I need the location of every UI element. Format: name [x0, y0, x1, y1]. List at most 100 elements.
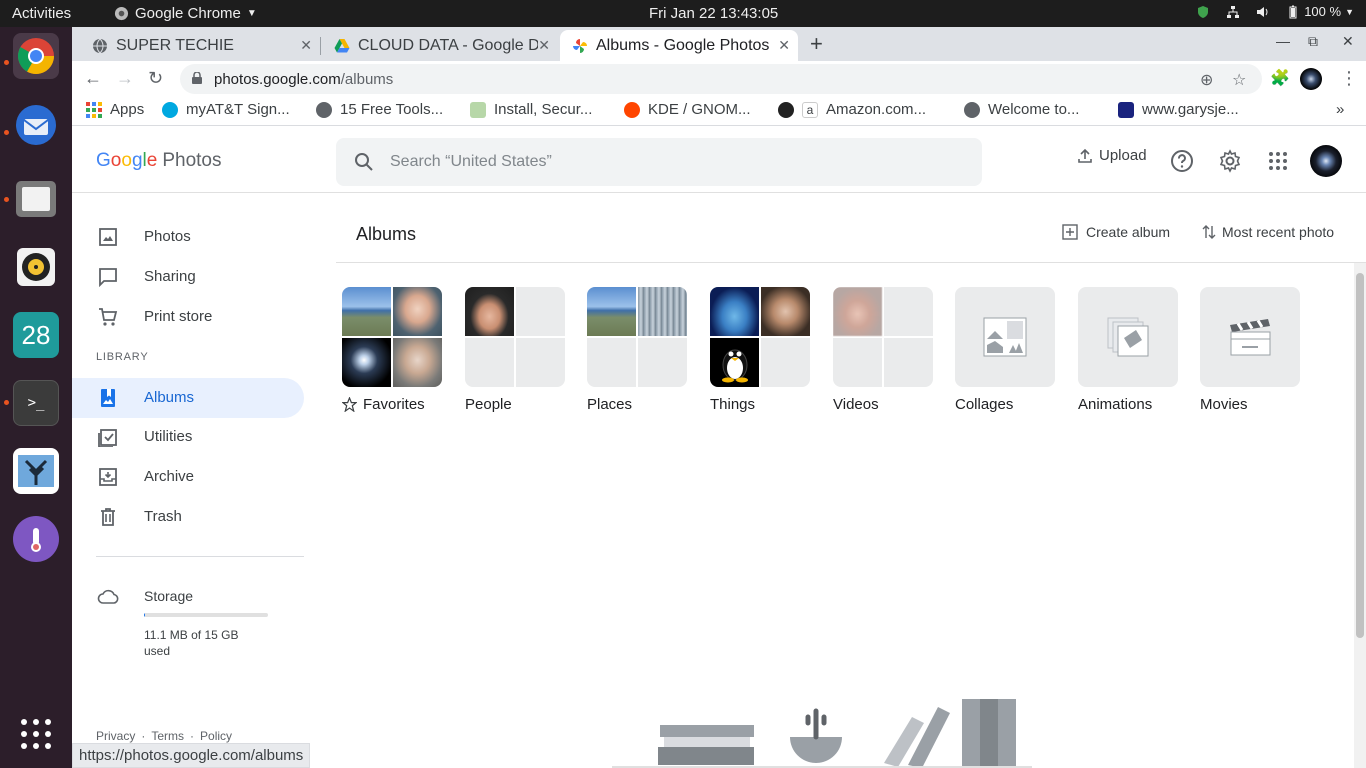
tab-albums[interactable]: Albums - Google Photos ✕ — [560, 30, 798, 61]
bookmark-welcome[interactable]: Welcome to... — [964, 101, 1079, 118]
sort-button[interactable]: Most recent photo — [1202, 224, 1334, 240]
bookmarks-overflow-icon[interactable]: » — [1336, 101, 1344, 118]
google-apps-icon[interactable] — [1266, 149, 1290, 173]
thunderbird-icon — [16, 105, 56, 145]
album-label: Collages — [955, 396, 1055, 413]
photos-tree-icon — [18, 455, 54, 487]
dock-files[interactable] — [13, 176, 59, 222]
album-label: Videos — [833, 396, 933, 413]
dock-photo-app[interactable] — [13, 448, 59, 494]
album-label: People — [465, 396, 565, 413]
search-input[interactable] — [390, 150, 950, 174]
page-scrollbar[interactable] — [1354, 263, 1366, 768]
sidebar-item-trash[interactable]: Trash — [72, 497, 304, 537]
sidebar-item-photos[interactable]: Photos — [72, 217, 304, 257]
policy-link[interactable]: Policy — [200, 729, 232, 743]
dock-terminal[interactable]: >_ — [13, 380, 59, 426]
show-applications-button[interactable] — [13, 711, 59, 757]
bookmark-garysje[interactable]: www.garysje... — [1118, 101, 1239, 118]
volume-icon — [1257, 6, 1268, 17]
sidebar-item-utilities[interactable]: Utilities — [72, 417, 304, 457]
footer-links: Privacy · Terms · Policy — [96, 729, 232, 743]
settings-gear-icon[interactable] — [1218, 149, 1242, 173]
album-movies[interactable]: Movies — [1200, 287, 1300, 413]
system-top-bar: Activities Google Chrome ▼ Fri Jan 22 13… — [0, 0, 1366, 27]
sidebar-item-print-store[interactable]: Print store — [72, 297, 304, 337]
forward-icon[interactable]: → — [116, 68, 134, 89]
app-menu[interactable]: Google Chrome ▼ — [114, 5, 257, 22]
dock-rhythmbox[interactable] — [13, 244, 59, 290]
system-tray[interactable]: 100 % ▼ — [1196, 4, 1354, 19]
new-tab-icon[interactable]: + — [810, 31, 823, 57]
tab-super-techie[interactable]: SUPER TECHIE ✕ — [80, 30, 320, 61]
logo-letter: o — [121, 150, 132, 171]
album-collages[interactable]: Collages — [955, 287, 1055, 413]
collage-icon — [983, 317, 1027, 357]
close-tab-icon[interactable]: ✕ — [538, 37, 550, 54]
privacy-link[interactable]: Privacy — [96, 729, 135, 743]
album-title: Videos — [833, 396, 879, 413]
sidebar-item-label: Trash — [144, 508, 182, 525]
back-icon[interactable]: ← — [84, 68, 102, 89]
bookmark-amazon[interactable]: a Amazon.com... — [778, 101, 926, 118]
clock[interactable]: Fri Jan 22 13:43:05 — [649, 5, 778, 22]
att-icon — [162, 101, 178, 118]
caret-down-icon: ▼ — [246, 8, 257, 19]
profile-avatar-small[interactable] — [1300, 68, 1322, 90]
album-places[interactable]: Places — [587, 287, 687, 413]
album-videos[interactable]: Videos — [833, 287, 933, 413]
empty-cell — [516, 287, 565, 336]
sidebar-item-sharing[interactable]: Sharing — [72, 257, 304, 297]
tab-title: SUPER TECHIE — [116, 36, 234, 54]
bookmark-install[interactable]: Install, Secur... — [470, 101, 592, 118]
bookmark-apps[interactable]: Apps — [86, 101, 144, 118]
terms-link[interactable]: Terms — [151, 729, 184, 743]
search-icon — [355, 153, 373, 171]
sidebar-item-label: Archive — [144, 468, 195, 485]
album-cover — [465, 287, 565, 387]
apps-grid-icon — [86, 101, 102, 118]
install-app-icon[interactable]: ⊕ — [1200, 70, 1213, 90]
dock-thermometer[interactable] — [13, 516, 59, 562]
battery-percent: 100 % — [1304, 4, 1342, 19]
bookmark-label: KDE / GNOM... — [648, 101, 751, 118]
activities-button[interactable]: Activities — [12, 5, 71, 22]
restore-icon[interactable]: ⧉ — [1308, 33, 1318, 50]
google-photos-logo[interactable]: Google Photos — [96, 150, 221, 172]
sidebar-item-label: Utilities — [144, 428, 193, 445]
storage-label[interactable]: Storage — [144, 588, 193, 604]
album-people[interactable]: People — [465, 287, 565, 413]
address-bar[interactable]: photos.google.com/albums ⊕ ☆ — [180, 64, 1262, 94]
google-photos-page: GooglePhotos Upload Photos Sharing Print… — [72, 127, 1366, 768]
account-avatar[interactable] — [1310, 145, 1342, 177]
dock-chrome[interactable] — [13, 33, 59, 79]
upload-icon — [1078, 148, 1092, 163]
close-tab-icon[interactable]: ✕ — [778, 37, 790, 54]
minimize-icon[interactable]: — — [1276, 33, 1290, 49]
extensions-icon[interactable]: 🧩 — [1270, 68, 1290, 88]
bookmark-label: Welcome to... — [988, 101, 1080, 118]
menu-kebab-icon[interactable]: ⋮ — [1340, 68, 1358, 89]
sidebar-item-albums[interactable]: Albums — [72, 378, 304, 418]
close-tab-icon[interactable]: ✕ — [300, 37, 312, 54]
upload-button[interactable]: Upload — [1077, 147, 1147, 164]
empty-cell — [884, 338, 933, 387]
help-icon[interactable] — [1170, 149, 1194, 173]
album-things[interactable]: Things — [710, 287, 810, 413]
sidebar-item-archive[interactable]: Archive — [72, 457, 304, 497]
terminal-icon: >_ — [27, 395, 45, 411]
reload-icon[interactable]: ↻ — [148, 68, 163, 89]
tab-cloud-data[interactable]: CLOUD DATA - Google Drive ✕ — [322, 30, 558, 61]
scrollbar-thumb[interactable] — [1356, 273, 1364, 638]
bookmark-free-tools[interactable]: 15 Free Tools... — [316, 101, 443, 118]
bookmark-att[interactable]: myAT&T Sign... — [162, 101, 290, 118]
bookmark-star-icon[interactable]: ☆ — [1232, 70, 1246, 90]
album-animations[interactable]: Animations — [1078, 287, 1178, 413]
create-album-button[interactable]: Create album — [1062, 224, 1170, 240]
search-box[interactable] — [336, 138, 982, 186]
close-window-icon[interactable]: ✕ — [1342, 33, 1354, 50]
dock-calendar[interactable]: 28 — [13, 312, 59, 358]
album-favorites[interactable]: Favorites — [342, 287, 442, 413]
dock-thunderbird[interactable] — [13, 102, 59, 148]
bookmark-kde[interactable]: KDE / GNOM... — [624, 101, 751, 118]
